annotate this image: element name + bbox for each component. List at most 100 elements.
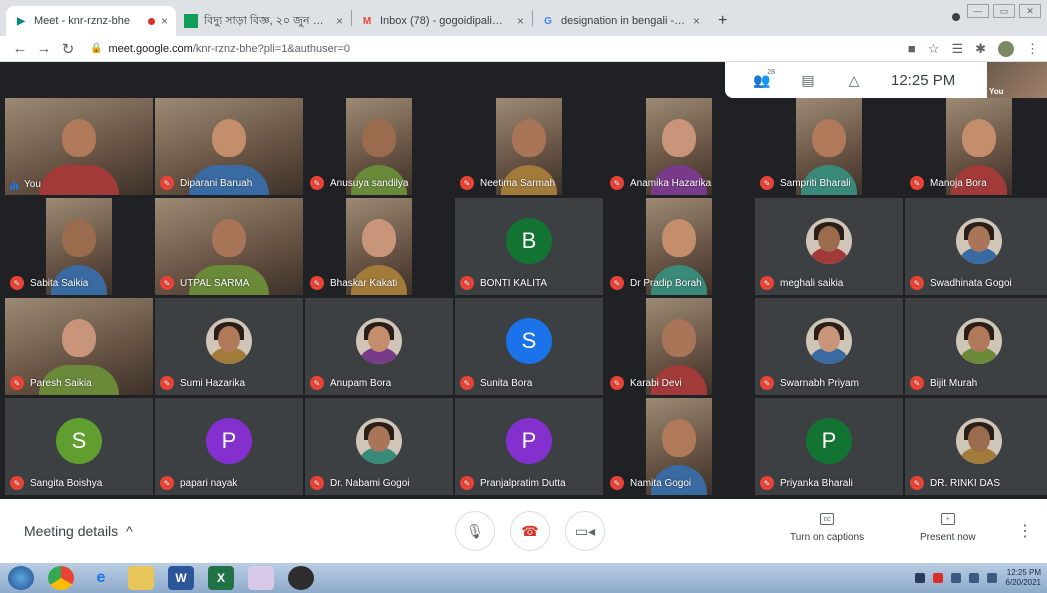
participant-tile[interactable]: P ✎ Pranjalpratim Dutta	[455, 398, 603, 495]
participant-name: Bijit Murah	[930, 377, 978, 389]
participant-tile[interactable]: ✎ Swadhinata Gogoi	[905, 198, 1047, 295]
activities-icon[interactable]: △	[831, 72, 877, 89]
new-tab-button[interactable]: +	[708, 6, 737, 36]
participant-tile[interactable]: ✎ Sumi Hazarika	[155, 298, 303, 395]
participant-name: Paresh Saikia	[30, 377, 92, 389]
participant-tile[interactable]: S ✎ Sunita Bora	[455, 298, 603, 395]
reading-list-icon[interactable]: ☰	[951, 41, 963, 57]
close-tab-icon[interactable]: ×	[161, 14, 168, 28]
present-label: Present now	[920, 532, 976, 543]
camera-button[interactable]: ▭◂	[565, 511, 605, 551]
present-button[interactable]: + Present now	[920, 513, 976, 543]
restore-icon[interactable]: ▭	[993, 4, 1015, 18]
meet-controls: Meeting details ^ 🎙 ☎ ▭◂ cc Turn on capt…	[0, 499, 1047, 563]
participant-tile[interactable]: ✎ Dr Pradip Borah	[605, 198, 753, 295]
participant-tile[interactable]: ✎ Anupam Bora	[305, 298, 453, 395]
tray-volume-icon[interactable]	[987, 573, 998, 583]
participant-tile[interactable]: ✎ Sampriti Bharali	[755, 98, 903, 195]
browser-tab[interactable]: Gdesignation in bengali - Google ×	[533, 6, 708, 36]
file-explorer-icon[interactable]	[128, 566, 154, 590]
meet-top-bar: 👥 28 ▤ △ 12:25 PM	[725, 62, 987, 98]
participant-avatar-letter: P	[806, 418, 852, 464]
camera-icon[interactable]: ■	[908, 41, 916, 56]
participant-tile[interactable]: ✎ Manoja Bora	[905, 98, 1047, 195]
internet-explorer-icon[interactable]: e	[88, 566, 114, 590]
participant-avatar-photo	[356, 418, 402, 464]
participant-tile[interactable]: ✎ Diparani Baruah	[155, 98, 303, 195]
microphone-icon: 🎙	[466, 522, 484, 539]
participant-tile[interactable]: ✎ Anusuya sandilya	[305, 98, 453, 195]
microphone-button[interactable]: 🎙	[455, 511, 495, 551]
mic-muted-icon: ✎	[760, 376, 774, 390]
browser-tab[interactable]: M Inbox (78) - gogoidipali@gmail ×	[352, 6, 532, 36]
taskbar-time: 12:25 PM	[1006, 568, 1041, 577]
avatar-face	[968, 226, 990, 252]
participant-nametag: ✎ Pranjalpratim Dutta	[460, 476, 566, 490]
mic-muted-icon: ✎	[160, 476, 174, 490]
reload-icon[interactable]: ↻	[56, 40, 80, 58]
extensions-puzzle-icon[interactable]: ✱	[975, 41, 986, 57]
browser-tab[interactable]: ▶ Meet - knr-rznz-bhe ×	[6, 6, 176, 36]
chrome-icon[interactable]	[48, 566, 74, 590]
close-tab-icon[interactable]: ×	[336, 14, 343, 28]
participant-tile[interactable]: You	[5, 98, 153, 195]
browser-menu-icon[interactable]: ⋮	[1026, 41, 1039, 57]
participant-tile[interactable]: ✎ Neetima Sarmah	[455, 98, 603, 195]
tray-security-icon[interactable]	[933, 573, 944, 583]
tray-flag-icon[interactable]	[951, 573, 962, 583]
url-host: meet.google.com	[108, 42, 193, 55]
excel-icon[interactable]: X	[208, 566, 234, 590]
participant-tile[interactable]: ✎ DR. RINKI DAS	[905, 398, 1047, 495]
participant-tile[interactable]: B ✎ BONTI KALITA	[455, 198, 603, 295]
obs-icon[interactable]	[288, 566, 314, 590]
participant-nametag: ✎ Anusuya sandilya	[310, 176, 408, 190]
hang-up-button[interactable]: ☎	[510, 511, 550, 551]
participant-tile[interactable]: ✎ Bhaskar Kakati	[305, 198, 453, 295]
participant-tile[interactable]: ✎ Bijit Murah	[905, 298, 1047, 395]
participant-tile[interactable]: ✎ UTPAL SARMA	[155, 198, 303, 295]
tray-arrow-icon[interactable]	[915, 573, 926, 583]
participant-tile[interactable]: S ✎ Sangita Boishya	[5, 398, 153, 495]
profile-indicator-icon[interactable]	[949, 10, 963, 24]
mic-muted-icon: ✎	[610, 176, 624, 190]
more-options-icon[interactable]: ⋮	[1017, 521, 1033, 541]
browser-tab[interactable]: বিদ্যু সাড়া বিজ্ঞ, ২০ জুন ২০২১ - Goo ×	[176, 6, 351, 36]
participant-tile[interactable]: ✎ Karabi Devi	[605, 298, 753, 395]
captions-button[interactable]: cc Turn on captions	[790, 513, 864, 543]
participant-tile[interactable]: ✎ Sabita Saikia	[5, 198, 153, 295]
url-input[interactable]: 🔒 meet.google.com/knr-rznz-bhe?pli=1&aut…	[90, 38, 908, 60]
participant-tile[interactable]: P ✎ Priyanka Bharali	[755, 398, 903, 495]
taskbar-clock[interactable]: 12:25 PM 6/20/2021	[1005, 568, 1041, 588]
chat-icon[interactable]: ▤	[785, 72, 831, 89]
participant-name: Sumi Hazarika	[180, 377, 246, 389]
participants-count: 28	[767, 68, 775, 76]
close-tab-icon[interactable]: ×	[517, 14, 524, 28]
recording-dot-icon	[147, 17, 155, 25]
participant-tile[interactable]: ✎ Anamika Hazarika	[605, 98, 753, 195]
close-window-icon[interactable]: ✕	[1019, 4, 1041, 18]
bookmark-star-icon[interactable]: ☆	[928, 41, 940, 57]
profile-avatar[interactable]	[998, 40, 1014, 57]
minimize-icon[interactable]: —	[967, 4, 989, 18]
participant-face	[662, 119, 696, 158]
participant-tile[interactable]: ✎ Dr. Nabami Gogoi	[305, 398, 453, 495]
participant-name: Namita Gogoi	[630, 477, 692, 489]
participant-nametag: ✎ Bhaskar Kakati	[310, 276, 397, 290]
forward-icon[interactable]: →	[32, 40, 56, 57]
lock-icon[interactable]: 🔒	[90, 43, 102, 54]
self-preview[interactable]: You	[987, 62, 1047, 98]
back-icon[interactable]: ←	[8, 40, 32, 57]
tray-network-icon[interactable]	[969, 573, 980, 583]
participant-tile[interactable]: ✎ Paresh Saikia	[5, 298, 153, 395]
participant-tile[interactable]: P ✎ papari nayak	[155, 398, 303, 495]
participant-tile[interactable]: ✎ Swarnabh Priyam	[755, 298, 903, 395]
participant-tile[interactable]: ✎ meghali saikia	[755, 198, 903, 295]
meeting-details-button[interactable]: Meeting details ^	[24, 523, 133, 539]
paint-icon[interactable]	[248, 566, 274, 590]
close-tab-icon[interactable]: ×	[693, 14, 700, 28]
participant-name: Sunita Bora	[480, 377, 533, 389]
participant-tile[interactable]: ✎ Namita Gogoi	[605, 398, 753, 495]
word-icon[interactable]: W	[168, 566, 194, 590]
participants-icon[interactable]: 👥 28	[739, 68, 785, 89]
start-orb-icon[interactable]	[8, 566, 34, 590]
